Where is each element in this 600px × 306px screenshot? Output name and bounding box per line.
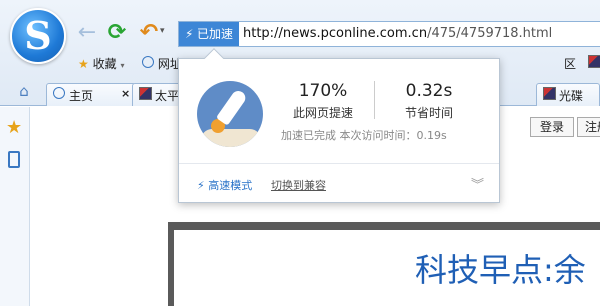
tab-label: 光碟 — [559, 89, 584, 103]
speedup-value: 170% — [298, 81, 348, 101]
film-icon — [588, 55, 600, 68]
close-icon[interactable]: × — [121, 87, 130, 100]
site-icon — [139, 87, 152, 100]
url-text[interactable]: http://news.pconline.com.cn/475/4759718.… — [243, 22, 552, 46]
url-path: /475/4759718.html — [427, 26, 553, 41]
url-host: http://news.pconline.com.cn — [243, 26, 428, 41]
divider — [374, 81, 375, 119]
login-button[interactable]: 登录 — [530, 117, 574, 137]
logo-s-icon: S — [24, 13, 52, 58]
globe-icon — [142, 56, 154, 68]
favorites-button[interactable]: ★ 收藏 ▾ — [78, 55, 124, 72]
double-chevron-down-icon[interactable]: ︾ — [471, 174, 484, 193]
bookmark-movie[interactable]: 影音 — [588, 55, 600, 72]
accelerate-label: 已加速 — [197, 27, 234, 41]
address-bar[interactable]: ⚡ 已加速 http://news.pconline.com.cn/475/47… — [178, 21, 600, 47]
lightning-icon: ⚡ — [185, 27, 194, 41]
speedup-label: 此网页提速 — [292, 106, 353, 120]
star-icon[interactable]: ★ — [6, 117, 22, 138]
divider — [179, 163, 499, 164]
undo-icon[interactable]: ↶ — [136, 20, 162, 46]
status-text: 加速已完成 本次访问时间：0.19s — [281, 129, 447, 142]
tab-pconline[interactable]: 太平 — [132, 83, 182, 106]
bookmark-zone[interactable]: 区 — [564, 55, 576, 72]
site-icon — [543, 87, 556, 100]
tab-disc[interactable]: 光碟 — [536, 83, 600, 106]
chevron-down-icon: ▾ — [120, 61, 125, 70]
saved-time-value: 0.32s — [405, 81, 453, 101]
accelerate-button[interactable]: ⚡ 已加速 — [179, 22, 239, 46]
rocket-icon — [197, 81, 263, 147]
undo-dropdown-icon[interactable]: ▾ — [160, 26, 165, 36]
lightning-icon: ⚡ — [197, 179, 205, 192]
sidebar: ★ — [0, 107, 30, 306]
bookmark-net[interactable]: 网址 — [142, 55, 182, 72]
acceleration-popup: 170% 此网页提速 0.32s 节省时间 加速已完成 本次访问时间：0.19s… — [178, 48, 500, 203]
register-button[interactable]: 注册 — [577, 117, 600, 137]
article-headline[interactable]: 科技早点:余 — [415, 245, 586, 291]
refresh-icon[interactable]: ⟳ — [104, 20, 130, 46]
mode-label: 高速模式 — [208, 179, 253, 192]
tab-label: 主页 — [69, 89, 94, 103]
high-speed-mode-link[interactable]: ⚡ 高速模式 — [197, 177, 252, 193]
saved-time-label: 节省时间 — [404, 106, 453, 120]
favorites-label: 收藏 — [92, 57, 117, 71]
switch-compat-link[interactable]: 切换到兼容 — [271, 177, 326, 193]
browser-logo[interactable]: S — [10, 8, 66, 64]
tab-label: 太平 — [155, 89, 180, 103]
globe-icon — [53, 87, 65, 99]
star-icon: ★ — [78, 57, 89, 71]
home-icon[interactable]: ⌂ — [8, 82, 40, 104]
phone-icon[interactable] — [8, 151, 20, 168]
tab-home[interactable]: 主页 × — [46, 83, 136, 106]
back-arrow-icon[interactable]: ← — [74, 20, 100, 46]
bookmark-zone-label: 区 — [564, 57, 577, 71]
